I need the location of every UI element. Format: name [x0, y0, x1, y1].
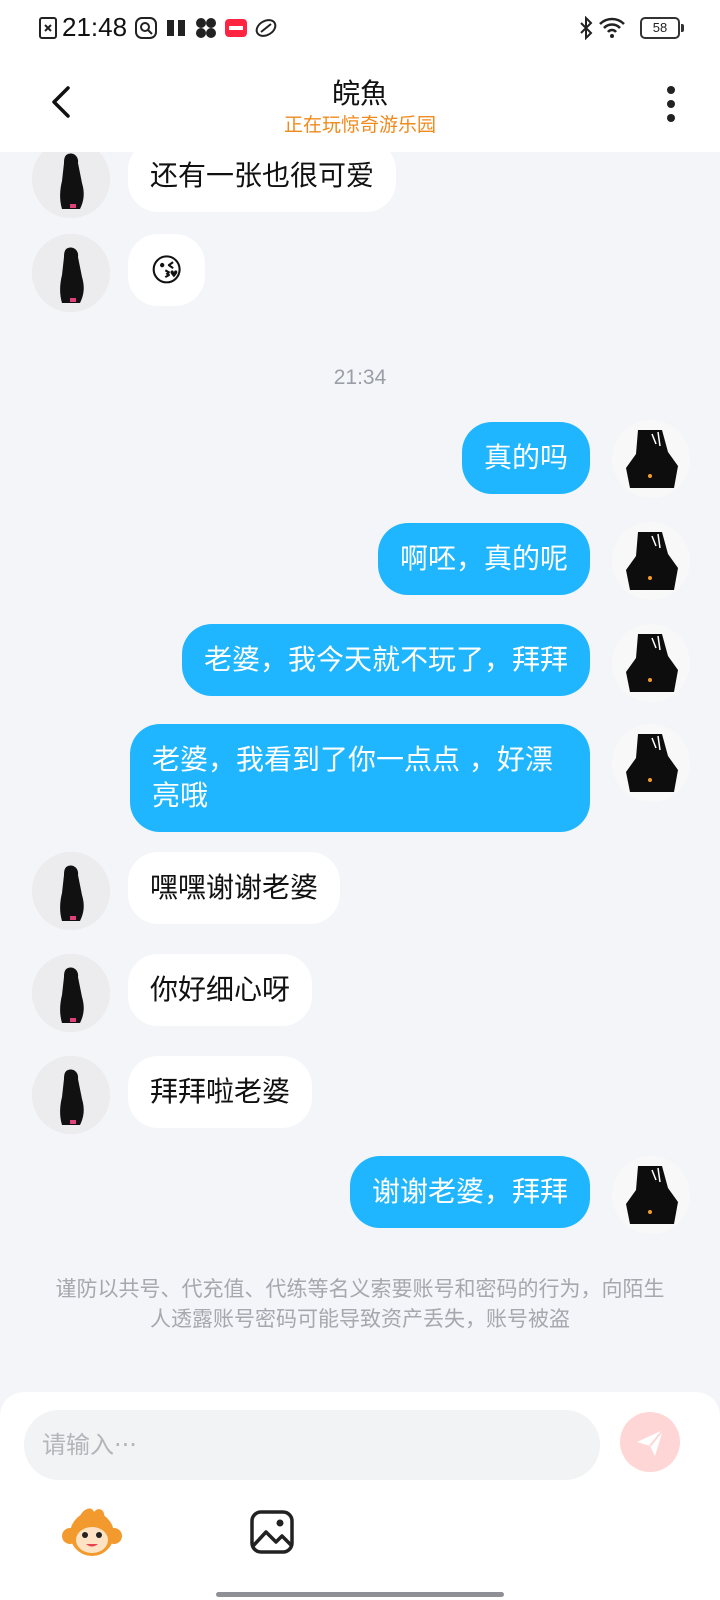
contact-name: 皖魚 — [331, 77, 388, 110]
image-icon[interactable] — [248, 1508, 296, 1556]
contact-avatar[interactable] — [32, 152, 110, 218]
contact-avatar[interactable] — [32, 234, 110, 312]
status-bar: 21:48 58 — [0, 0, 720, 56]
xiaohongshu-icon — [225, 19, 247, 37]
contact-avatar[interactable] — [32, 1056, 110, 1134]
incoming-message-bubble[interactable]: 拜拜啦老婆 — [128, 1056, 313, 1128]
bluetooth-icon — [580, 16, 593, 40]
incoming-message-bubble[interactable]: 嘿嘿谢谢老婆 — [128, 852, 341, 924]
contact-avatar[interactable] — [32, 954, 110, 1032]
search-app-icon — [135, 17, 157, 39]
more-vertical-icon[interactable] — [658, 82, 684, 126]
battery-icon: 58 — [640, 17, 684, 39]
incoming-emoji-bubble[interactable]: 😘 — [128, 234, 206, 306]
wifi-icon — [599, 17, 625, 38]
my-avatar[interactable] — [612, 624, 690, 702]
message-input[interactable] — [24, 1410, 600, 1480]
my-avatar[interactable] — [612, 522, 690, 600]
incoming-message-bubble[interactable]: 你好细心呀 — [128, 954, 313, 1026]
incoming-message-bubble[interactable]: 还有一张也很可爱 — [128, 152, 397, 212]
notification-x-icon — [39, 17, 57, 39]
input-panel — [0, 1392, 720, 1600]
chat-header: 皖魚 正在玩惊奇游乐园 — [0, 56, 720, 152]
my-avatar[interactable] — [612, 420, 690, 498]
home-indicator[interactable] — [216, 1592, 504, 1597]
message-list[interactable]: 还有一张也很可爱 😘 21:34 真的吗 啊呸，真的呢 老婆，我今天就不玩了，拜… — [0, 152, 720, 1392]
security-notice: 谨防以共号、代充值、代练等名义索要账号和密码的行为，向陌生人透露账号密码可能导致… — [55, 1277, 665, 1331]
outgoing-message-bubble[interactable]: 啊呸，真的呢 — [377, 523, 590, 595]
my-avatar[interactable] — [612, 724, 690, 802]
game-app-icon — [255, 19, 277, 37]
book-icon — [167, 20, 185, 36]
pinwheel-icon — [196, 18, 216, 38]
my-avatar[interactable] — [612, 1156, 690, 1234]
contact-status: 正在玩惊奇游乐园 — [283, 114, 436, 136]
emoji-button[interactable] — [60, 1502, 124, 1566]
outgoing-message-bubble[interactable]: 老婆，我看到了你一点点 ，好漂亮哦 — [130, 724, 590, 832]
monkey-emoji-icon — [62, 1508, 122, 1556]
outgoing-message-bubble[interactable]: 真的吗 — [461, 422, 590, 494]
outgoing-message-bubble[interactable]: 谢谢老婆，拜拜 — [349, 1156, 590, 1228]
contact-avatar[interactable] — [32, 852, 110, 930]
status-time: 21:48 — [62, 12, 128, 42]
send-paper-plane-icon — [637, 1429, 664, 1456]
send-button[interactable] — [620, 1412, 680, 1472]
message-timestamp: 21:34 — [333, 366, 387, 389]
outgoing-message-bubble[interactable]: 老婆，我今天就不玩了，拜拜 — [181, 624, 590, 696]
